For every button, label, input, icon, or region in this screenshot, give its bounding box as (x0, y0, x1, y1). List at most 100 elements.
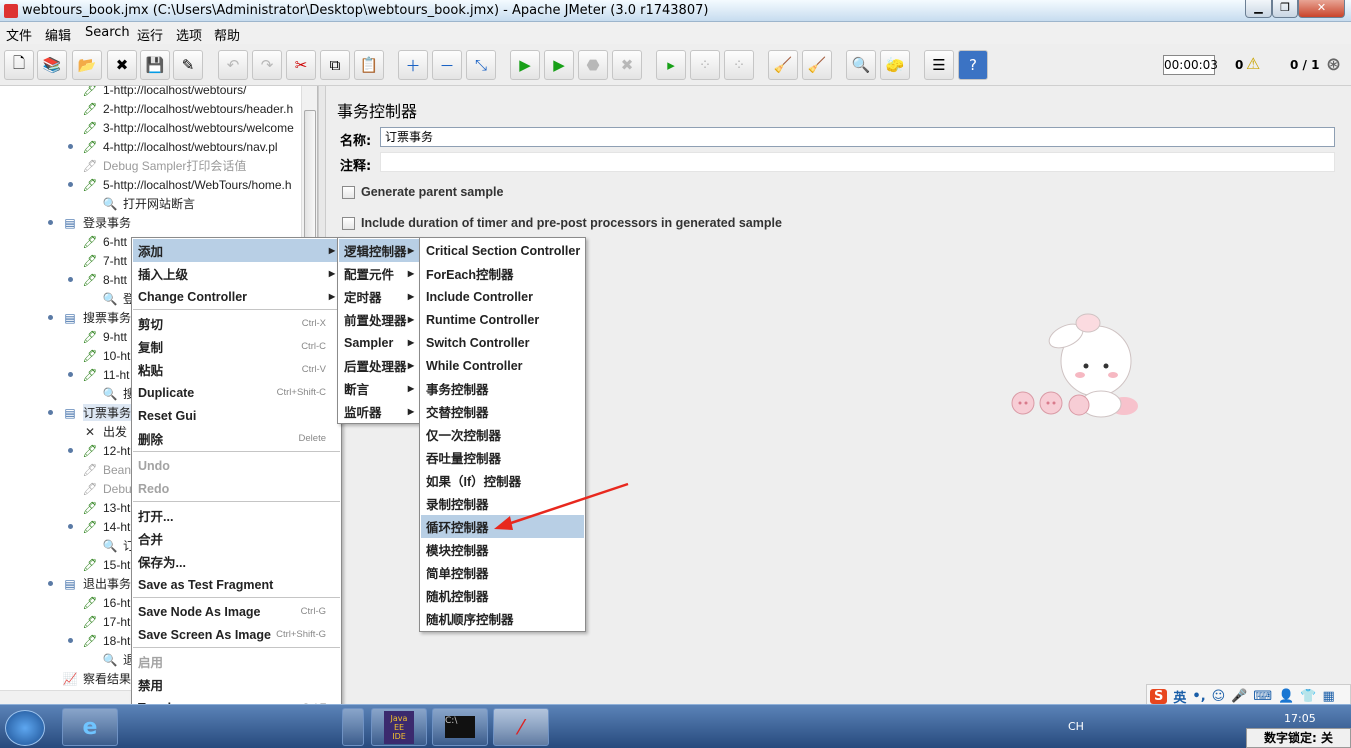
menu-item[interactable]: 事务控制器 (421, 377, 584, 400)
menu-item[interactable]: 简单控制器 (421, 561, 584, 584)
emoji-icon[interactable]: ☺ (1212, 689, 1226, 704)
menu-item[interactable]: 交替控制器 (421, 400, 584, 423)
menu-item[interactable]: While Controller (421, 354, 584, 377)
close-file-icon[interactable]: ✖ (107, 50, 137, 80)
start-button[interactable] (5, 710, 45, 746)
menu-item[interactable]: 监听器 ▶ (339, 400, 419, 423)
menu-item[interactable]: ForEach控制器 (421, 262, 584, 285)
mic-icon[interactable]: 🎤 (1231, 689, 1247, 704)
menu-item[interactable]: 合并 (133, 527, 340, 550)
help-icon[interactable]: ? (958, 50, 988, 80)
save-screen-icon[interactable]: ✎ (173, 50, 203, 80)
open-icon[interactable]: 📂 (72, 50, 102, 80)
tree-expand-handle[interactable] (48, 220, 53, 225)
menu-item[interactable]: 保存为... (133, 550, 340, 573)
copy-icon[interactable]: ⧉ (320, 50, 350, 80)
jmeter-taskbar-icon[interactable]: ⁄ (493, 708, 549, 746)
tree-node[interactable]: ▤ 退出事务 (62, 574, 131, 593)
tree-node[interactable]: 🖊 2-http://localhost/webtours/header.h (82, 99, 293, 118)
tree-node[interactable]: 🖊 5-http://localhost/WebTours/home.h (82, 175, 291, 194)
tree-expand-handle[interactable] (68, 372, 73, 377)
tree-expand-handle[interactable] (68, 182, 73, 187)
menu-item[interactable]: Save Node As Image Ctrl-G (133, 600, 340, 623)
tree-node[interactable]: 🖊 12-ht (82, 441, 130, 460)
maximize-button[interactable]: ❐ (1272, 0, 1298, 18)
menu-item[interactable]: 逻辑控制器 ▶ (339, 239, 419, 262)
tree-node[interactable]: 🖊 Bean (82, 460, 131, 479)
comment-input[interactable] (380, 152, 1335, 172)
tree-expand-handle[interactable] (68, 277, 73, 282)
tree-node[interactable]: 📈 察看结果 (62, 669, 132, 688)
include-duration-checkbox[interactable]: Include duration of timer and pre-post p… (342, 216, 782, 230)
new-icon[interactable]: 🗋 (4, 50, 34, 80)
start-no-pause-icon[interactable]: ▶ (544, 50, 574, 80)
clear-all-icon[interactable]: 🧹 (802, 50, 832, 80)
menu-item[interactable]: 仅一次控制器 (421, 423, 584, 446)
tree-node[interactable]: 🖊 9-htt (82, 327, 127, 346)
toggle-icon[interactable]: ⤡ (466, 50, 496, 80)
menu-edit[interactable]: 编辑 (45, 25, 71, 44)
lang-indicator[interactable]: CH (1068, 720, 1084, 733)
redo-icon[interactable]: ↷ (252, 50, 282, 80)
menu-item[interactable]: 打开... (133, 504, 340, 527)
menu-item[interactable]: 后置处理器 ▶ (339, 354, 419, 377)
folder-taskbar-icon[interactable] (342, 708, 364, 746)
templates-icon[interactable]: 📚 (37, 50, 67, 80)
menu-item[interactable]: 前置处理器 ▶ (339, 308, 419, 331)
menu-item[interactable]: Save as Test Fragment (133, 573, 340, 596)
shutdown-icon[interactable]: ✖ (612, 50, 642, 80)
cut-icon[interactable]: ✂ (286, 50, 316, 80)
ime-lang[interactable]: 英 (1173, 687, 1186, 706)
cmd-taskbar-icon[interactable]: C:\ (432, 708, 488, 746)
tree-node[interactable]: 🖊 16-ht (82, 593, 130, 612)
menu-item[interactable]: 配置元件 ▶ (339, 262, 419, 285)
paste-icon[interactable]: 📋 (354, 50, 384, 80)
menu-file[interactable]: 文件 (6, 25, 32, 44)
remote-shutdown-icon[interactable]: ⁘ (724, 50, 754, 80)
name-input[interactable]: 订票事务 (380, 127, 1335, 147)
tree-expand-handle[interactable] (68, 638, 73, 643)
menu-item[interactable]: 剪切 Ctrl-X (133, 312, 340, 335)
menu-item[interactable]: 吞吐量控制器 (421, 446, 584, 469)
menu-item[interactable]: 添加 ▶ (133, 239, 340, 262)
menu-item[interactable]: 复制 Ctrl-C (133, 335, 340, 358)
tree-node[interactable]: 🖊 11-ht (82, 365, 129, 384)
stop-icon[interactable]: ⬣ (578, 50, 608, 80)
menu-item[interactable]: Redo (133, 477, 340, 500)
tree-node[interactable]: 🖊 3-http://localhost/webtours/welcome (82, 118, 293, 137)
user-icon[interactable]: 👤 (1278, 689, 1294, 704)
menu-item[interactable]: Duplicate Ctrl+Shift-C (133, 381, 340, 404)
menu-item[interactable]: Change Controller ▶ (133, 285, 340, 308)
tree-node[interactable]: ✕ 出发 (82, 422, 127, 441)
generate-parent-checkbox[interactable]: Generate parent sample (342, 185, 503, 199)
menu-item[interactable]: 随机控制器 (421, 584, 584, 607)
tree-node[interactable]: 🖊 6-htt (82, 232, 127, 251)
expand-icon[interactable]: ＋ (398, 50, 428, 80)
menu-run[interactable]: 运行 (137, 25, 163, 44)
tree-expand-handle[interactable] (48, 315, 53, 320)
menu-item[interactable]: Save Screen As Image Ctrl+Shift-G (133, 623, 340, 646)
tree-expand-handle[interactable] (48, 410, 53, 415)
menu-item[interactable]: 启用 (133, 650, 340, 673)
eclipse-taskbar-icon[interactable]: Java EE IDE (371, 708, 427, 746)
tree-expand-handle[interactable] (68, 524, 73, 529)
close-button[interactable]: ✕ (1298, 0, 1345, 18)
tree-node[interactable]: 🖊 4-http://localhost/webtours/nav.pl (82, 137, 277, 156)
tree-node[interactable]: 🖊 17-ht (82, 612, 130, 631)
collapse-icon[interactable]: － (432, 50, 462, 80)
keyboard-icon[interactable]: ⌨ (1253, 689, 1272, 704)
tree-node[interactable]: 🖊 18-ht (82, 631, 130, 650)
menu-item[interactable]: Runtime Controller (421, 308, 584, 331)
tree-node[interactable]: 🖊 10-ht (82, 346, 130, 365)
tree-expand-handle[interactable] (68, 144, 73, 149)
menu-item[interactable]: 断言 ▶ (339, 377, 419, 400)
tree-expand-handle[interactable] (48, 581, 53, 586)
tree-node[interactable]: 🖊 Debu (82, 479, 131, 498)
menu-item[interactable]: 插入上级 ▶ (133, 262, 340, 285)
checkbox-box[interactable] (342, 185, 355, 199)
reset-search-icon[interactable]: 🧽 (880, 50, 910, 80)
start-icon[interactable]: ▶ (510, 50, 540, 80)
menu-search[interactable]: Search (85, 25, 130, 40)
menu-item[interactable]: Critical Section Controller (421, 239, 584, 262)
undo-icon[interactable]: ↶ (218, 50, 248, 80)
